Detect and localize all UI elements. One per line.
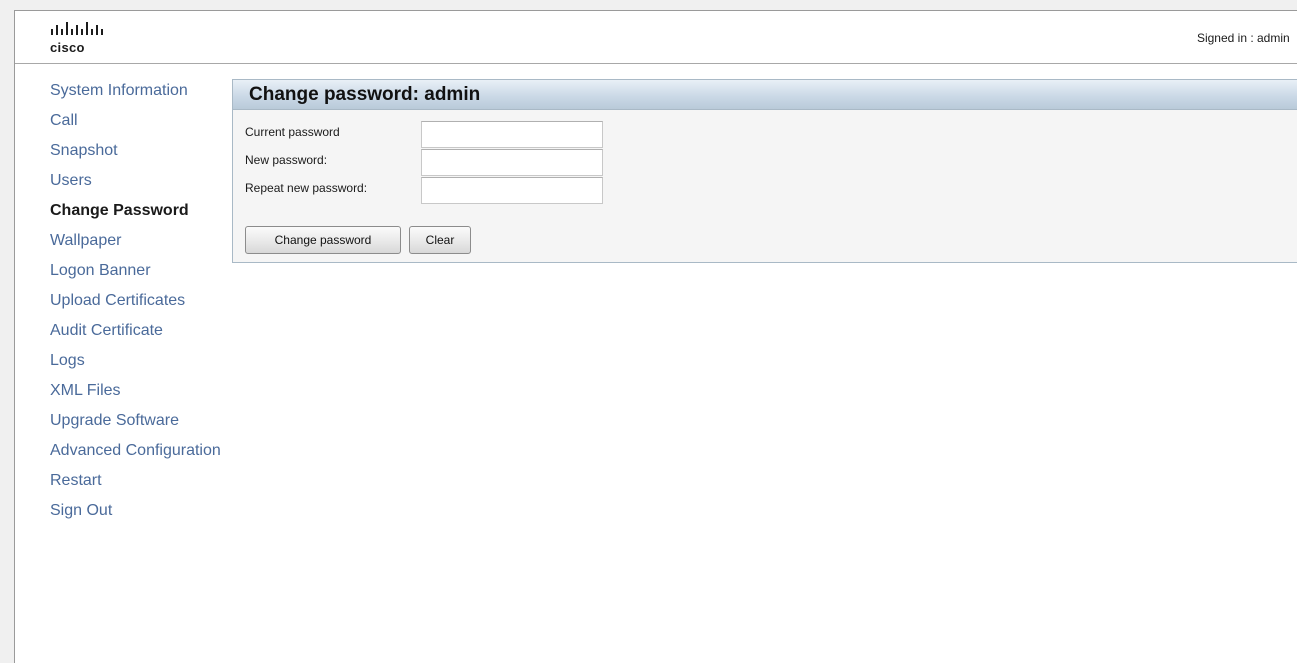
sidebar-item-logs[interactable]: Logs xyxy=(50,351,230,370)
header: cisco Signed in : admin xyxy=(15,11,1297,64)
change-password-panel: Change password: admin Current password … xyxy=(232,79,1297,263)
sidebar-item-advanced-configuration[interactable]: Advanced Configuration xyxy=(50,441,230,460)
new-password-input[interactable] xyxy=(421,149,603,176)
sidebar-item-snapshot[interactable]: Snapshot xyxy=(50,141,230,160)
sidebar-item-upgrade-software[interactable]: Upgrade Software xyxy=(50,411,230,430)
sidebar-item-upload-certificates[interactable]: Upload Certificates xyxy=(50,291,230,310)
sidebar-item-call[interactable]: Call xyxy=(50,111,230,130)
signed-in-label: Signed in : xyxy=(1196,31,1257,45)
repeat-password-input[interactable] xyxy=(421,177,603,204)
panel-title: Change password: admin xyxy=(233,80,1297,110)
current-password-input[interactable] xyxy=(421,121,603,148)
sidebar-item-audit-certificate[interactable]: Audit Certificate xyxy=(50,321,230,340)
change-password-button[interactable]: Change password xyxy=(245,226,401,254)
clear-button[interactable]: Clear xyxy=(409,226,471,254)
sidebar-item-logon-banner[interactable]: Logon Banner xyxy=(50,261,230,280)
repeat-password-row: Repeat new password: xyxy=(245,177,645,204)
sidebar-item-system-information[interactable]: System Information xyxy=(50,81,230,100)
cisco-logo-icon: cisco xyxy=(49,21,119,57)
new-password-row: New password: xyxy=(245,149,645,176)
sidebar-item-change-password[interactable]: Change Password xyxy=(50,201,230,220)
cisco-bars-icon xyxy=(51,22,103,35)
logo-wordmark: cisco xyxy=(50,40,85,55)
signed-in-user: admin xyxy=(1257,31,1290,45)
sidebar-nav: System Information Call Snapshot Users C… xyxy=(50,81,230,531)
app-window: cisco Signed in : admin System Informati… xyxy=(14,10,1297,663)
new-password-label: New password: xyxy=(245,153,328,167)
current-password-label: Current password xyxy=(245,125,340,139)
repeat-password-label: Repeat new password: xyxy=(245,181,368,195)
sidebar-item-wallpaper[interactable]: Wallpaper xyxy=(50,231,230,250)
sidebar-item-sign-out[interactable]: Sign Out xyxy=(50,501,230,520)
sidebar-item-xml-files[interactable]: XML Files xyxy=(50,381,230,400)
current-password-row: Current password xyxy=(245,121,645,148)
signed-in-status: Signed in : admin xyxy=(1197,31,1297,45)
sidebar-item-users[interactable]: Users xyxy=(50,171,230,190)
sidebar-item-restart[interactable]: Restart xyxy=(50,471,230,490)
